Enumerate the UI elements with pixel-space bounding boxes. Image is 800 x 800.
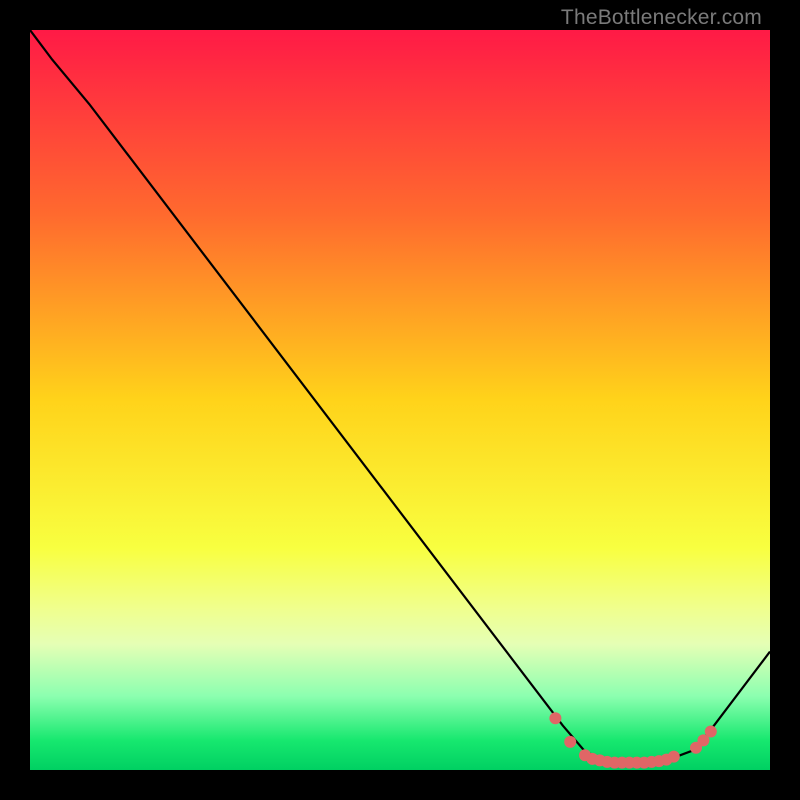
marker-point [564, 736, 576, 748]
chart-svg [30, 30, 770, 770]
marker-point [549, 712, 561, 724]
marker-point [705, 726, 717, 738]
gradient-background [30, 30, 770, 770]
marker-point [668, 751, 680, 763]
watermark-text: TheBottlenecker.com [561, 6, 762, 30]
